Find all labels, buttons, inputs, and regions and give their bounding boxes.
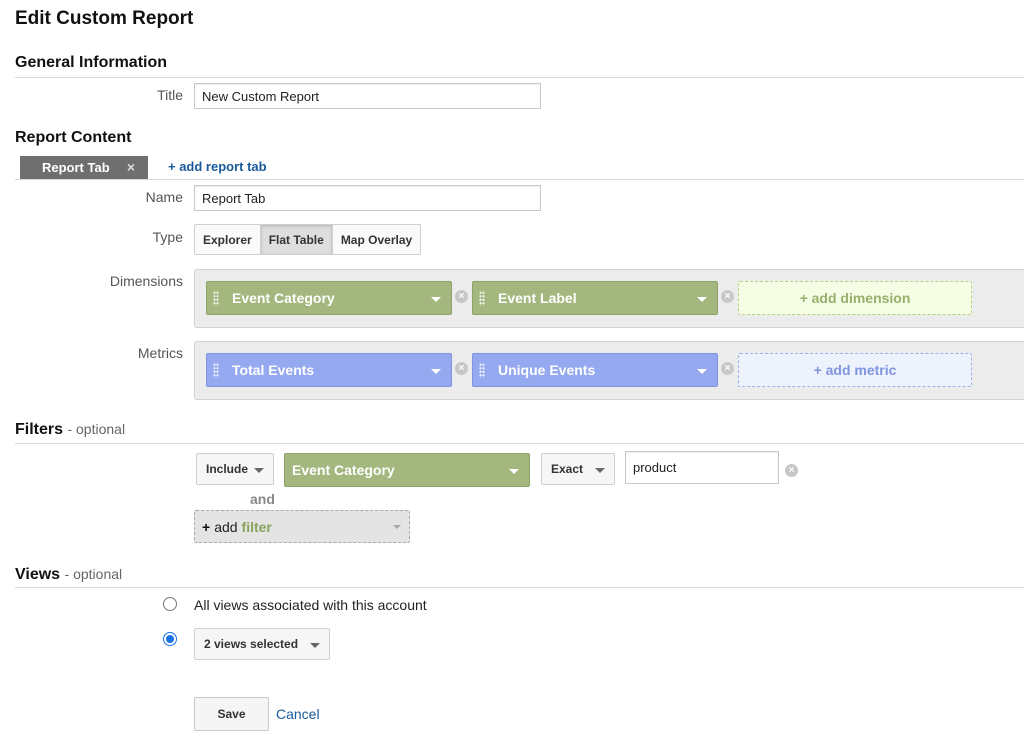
type-flat-table-button[interactable]: Flat Table xyxy=(260,225,333,254)
drag-handle-icon[interactable] xyxy=(479,291,485,306)
cancel-link[interactable]: Cancel xyxy=(276,706,320,722)
close-icon[interactable]: × xyxy=(127,159,135,175)
chevron-down-icon xyxy=(254,468,264,473)
filter-value-input[interactable] xyxy=(625,451,779,484)
chevron-down-icon xyxy=(310,643,320,648)
views-selected-value: 2 views selected xyxy=(204,637,299,651)
remove-dimension-icon[interactable]: × xyxy=(455,290,468,303)
add-filter-add-text: add xyxy=(214,518,238,535)
page-title: Edit Custom Report xyxy=(15,8,194,29)
dimension-chip-event-category[interactable]: Event Category xyxy=(206,281,452,315)
remove-metric-icon[interactable]: × xyxy=(721,362,734,375)
filter-and-connector: and xyxy=(250,491,275,507)
dimension-chip-label: Event Category xyxy=(232,290,335,306)
chevron-down-icon[interactable] xyxy=(697,369,707,374)
chevron-down-icon[interactable] xyxy=(431,369,441,374)
chevron-down-icon xyxy=(595,468,605,473)
filters-heading: Filters - optional xyxy=(15,421,125,439)
title-input[interactable] xyxy=(194,83,541,109)
filters-heading-text: Filters xyxy=(15,421,64,438)
add-filter-plus: + xyxy=(202,518,211,535)
drag-handle-icon[interactable] xyxy=(213,363,219,378)
type-selector: Explorer Flat Table Map Overlay xyxy=(194,224,422,255)
filter-include-value: Include xyxy=(206,462,249,476)
chevron-down-icon[interactable] xyxy=(509,469,519,474)
divider xyxy=(15,77,1024,78)
drag-handle-icon[interactable] xyxy=(479,363,485,378)
metric-chip-total-events[interactable]: Total Events xyxy=(206,353,452,387)
all-views-label: All views associated with this account xyxy=(194,597,427,613)
metric-chip-unique-events[interactable]: Unique Events xyxy=(472,353,718,387)
remove-dimension-icon[interactable]: × xyxy=(721,290,734,303)
views-selected-dropdown[interactable]: 2 views selected xyxy=(194,628,330,660)
filter-match-type-value: Exact xyxy=(551,462,584,476)
chevron-down-icon[interactable] xyxy=(431,297,441,302)
filter-dimension-chip[interactable]: Event Category xyxy=(284,453,530,487)
chevron-down-icon xyxy=(393,525,401,529)
report-tab[interactable]: Report Tab × xyxy=(20,156,148,179)
save-button[interactable]: Save xyxy=(194,697,269,731)
all-views-radio[interactable] xyxy=(163,597,177,611)
add-filter-filter-text: filter xyxy=(241,518,272,535)
type-label: Type xyxy=(152,229,183,245)
report-content-heading: Report Content xyxy=(15,129,132,146)
divider xyxy=(15,443,1024,444)
dimension-chip-label: Event Label xyxy=(498,290,577,306)
views-heading-text: Views xyxy=(15,566,61,583)
divider xyxy=(15,179,1024,180)
remove-filter-icon[interactable]: × xyxy=(785,464,798,477)
metrics-label: Metrics xyxy=(137,345,183,361)
type-map-overlay-button[interactable]: Map Overlay xyxy=(333,225,420,254)
add-filter-button[interactable]: + add filter xyxy=(194,510,410,543)
name-label: Name xyxy=(145,189,183,205)
title-label: Title xyxy=(157,87,183,103)
selected-views-radio[interactable] xyxy=(163,632,177,646)
name-input[interactable] xyxy=(194,185,541,211)
views-heading: Views - optional xyxy=(15,566,122,584)
add-dimension-button[interactable]: + add dimension xyxy=(738,281,972,315)
filter-include-dropdown[interactable]: Include xyxy=(196,453,274,485)
dimensions-label: Dimensions xyxy=(109,273,183,289)
general-information-heading: General Information xyxy=(15,54,168,71)
metric-chip-label: Unique Events xyxy=(498,362,596,378)
views-optional-text: - optional xyxy=(64,566,123,582)
filters-optional-text: - optional xyxy=(67,421,126,437)
add-report-tab-link[interactable]: + add report tab xyxy=(168,159,267,174)
chevron-down-icon[interactable] xyxy=(697,297,707,302)
dimension-chip-event-label[interactable]: Event Label xyxy=(472,281,718,315)
remove-metric-icon[interactable]: × xyxy=(455,362,468,375)
type-explorer-button[interactable]: Explorer xyxy=(195,225,261,254)
metric-chip-label: Total Events xyxy=(232,362,315,378)
add-metric-button[interactable]: + add metric xyxy=(738,353,972,387)
filter-match-type-dropdown[interactable]: Exact xyxy=(541,453,615,485)
divider xyxy=(15,587,1024,588)
report-tab-label: Report Tab xyxy=(42,160,110,175)
filter-dimension-label: Event Category xyxy=(292,462,395,478)
drag-handle-icon[interactable] xyxy=(213,291,219,306)
